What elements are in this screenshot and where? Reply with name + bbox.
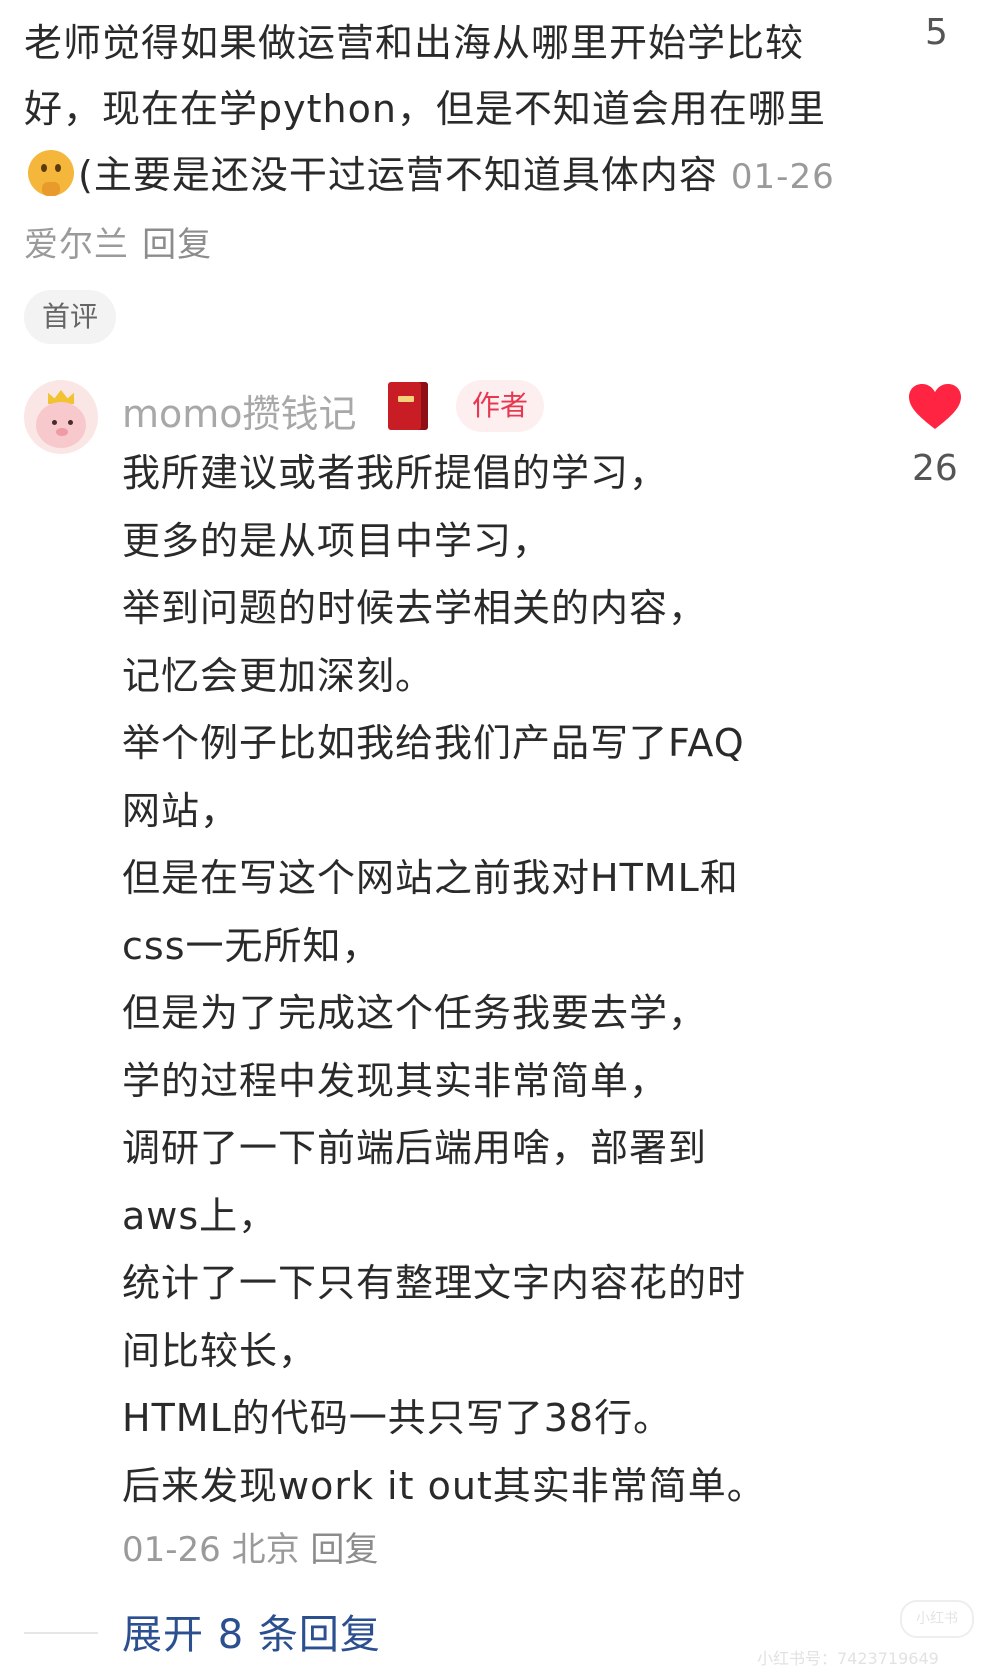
reply-line: css一无所知， bbox=[122, 923, 381, 968]
divider bbox=[24, 1632, 98, 1634]
avatar-eye-left bbox=[52, 420, 57, 425]
thinking-face-emoji-icon bbox=[28, 150, 74, 196]
reply-line: 调研了一下前端后端用啥，部署到 bbox=[122, 1126, 708, 1170]
reply-date: 01-26 bbox=[122, 1530, 221, 1570]
author-name[interactable]: momo攒钱记 bbox=[122, 383, 357, 438]
reply-line: 我所建议或者我所提倡的学习， bbox=[122, 451, 669, 495]
top-comment-location: 爱尔兰 bbox=[24, 225, 129, 265]
heart-icon[interactable] bbox=[908, 383, 962, 431]
reply-button[interactable]: 回复 bbox=[310, 1530, 378, 1570]
reply-line: 网站， bbox=[122, 788, 240, 833]
reply-location: 北京 bbox=[231, 1530, 300, 1570]
avatar-face bbox=[36, 402, 86, 448]
author-tag: 作者 bbox=[456, 380, 545, 432]
reply-line: 举到问题的时候去学相关的内容， bbox=[122, 586, 708, 630]
top-comment-text: 老师觉得如果做运营和出海从哪里开始学比较好，现在在学python，但是不知道会用… bbox=[24, 10, 854, 278]
reply-line: HTML的代码一共只写了38行。 bbox=[122, 1396, 673, 1440]
reply-line: 举个例子比如我给我们产品写了FAQ bbox=[122, 721, 745, 765]
reply-meta: 01-26 北京 回复 bbox=[122, 1522, 378, 1571]
watermark-id: 小红书号：7423719649 bbox=[757, 1649, 939, 1668]
expand-replies-button[interactable]: 展开 8 条回复 bbox=[122, 1602, 381, 1660]
reply-line: 记忆会更加深刻。 bbox=[122, 653, 435, 698]
top-comment-body-continued: (主要是还没干过运营不知道具体内容 bbox=[78, 153, 718, 197]
top-comment-date: 01-26 bbox=[730, 157, 835, 197]
top-comment-reply-button[interactable]: 回复 bbox=[142, 225, 212, 265]
reply-line: 学的过程中发现其实非常简单， bbox=[122, 1058, 669, 1103]
reply-line: aws上， bbox=[122, 1193, 278, 1238]
reply-body: 我所建议或者我所提倡的学习， 更多的是从项目中学习， 举到问题的时候去学相关的内… bbox=[122, 440, 842, 1520]
reply-line: 后来发现work it out其实非常简单。 bbox=[122, 1463, 766, 1508]
reply-line: 但是在写这个网站之前我对HTML和 bbox=[122, 856, 739, 900]
reply-line: 但是为了完成这个任务我要去学， bbox=[122, 991, 708, 1035]
reply-line: 统计了一下只有整理文字内容花的时 bbox=[122, 1261, 747, 1305]
avatar[interactable] bbox=[24, 380, 98, 454]
avatar-eye-right bbox=[68, 420, 73, 425]
avatar-nose bbox=[56, 428, 68, 436]
top-comment-body: 老师觉得如果做运营和出海从哪里开始学比较好，现在在学python，但是不知道会用… bbox=[24, 21, 826, 131]
reply-line: 间比较长， bbox=[122, 1328, 318, 1373]
top-comment-like-count[interactable]: 5 bbox=[925, 12, 948, 53]
red-book-icon bbox=[388, 382, 428, 430]
watermark-logo: 小红书 bbox=[900, 1600, 974, 1638]
reply-like-count[interactable]: 26 bbox=[912, 448, 958, 489]
first-comment-badge: 首评 bbox=[24, 290, 117, 344]
reply-line: 更多的是从项目中学习， bbox=[122, 518, 552, 563]
